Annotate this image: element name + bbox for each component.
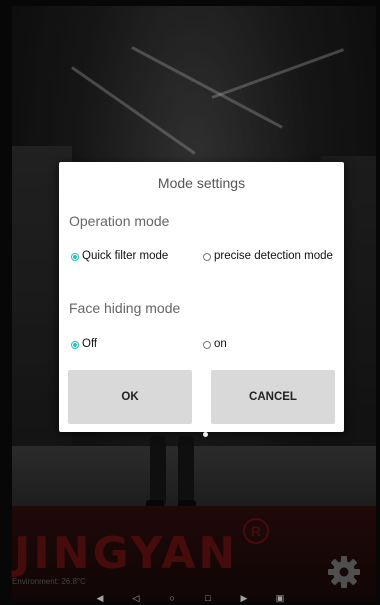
face-hiding-on-option[interactable]: on xyxy=(203,338,227,350)
ok-button[interactable]: OK xyxy=(68,370,192,424)
face-hiding-off-option[interactable]: Off xyxy=(71,338,97,350)
radio-checked-icon[interactable] xyxy=(71,341,79,349)
dialog-title: Mode settings xyxy=(157,175,246,191)
face-hiding-mode-heading: Face hiding mode xyxy=(69,300,181,316)
touch-indicator xyxy=(203,432,208,437)
operation-mode-heading: Operation mode xyxy=(69,213,170,229)
radio-unchecked-icon[interactable] xyxy=(203,341,211,349)
radio-unchecked-icon[interactable] xyxy=(203,253,211,261)
option-label: precise detection mode xyxy=(214,250,333,262)
quick-filter-mode-option[interactable]: Quick filter mode xyxy=(71,250,168,262)
precise-detection-mode-option[interactable]: precise detection mode xyxy=(203,250,338,263)
cancel-button[interactable]: CANCEL xyxy=(211,370,335,424)
mode-settings-dialog: Mode settings Operation mode Quick filte… xyxy=(59,162,344,432)
option-label: Off xyxy=(82,338,98,350)
radio-checked-icon[interactable] xyxy=(71,253,79,261)
option-label: Quick filter mode xyxy=(82,250,169,262)
option-label: on xyxy=(214,338,227,350)
